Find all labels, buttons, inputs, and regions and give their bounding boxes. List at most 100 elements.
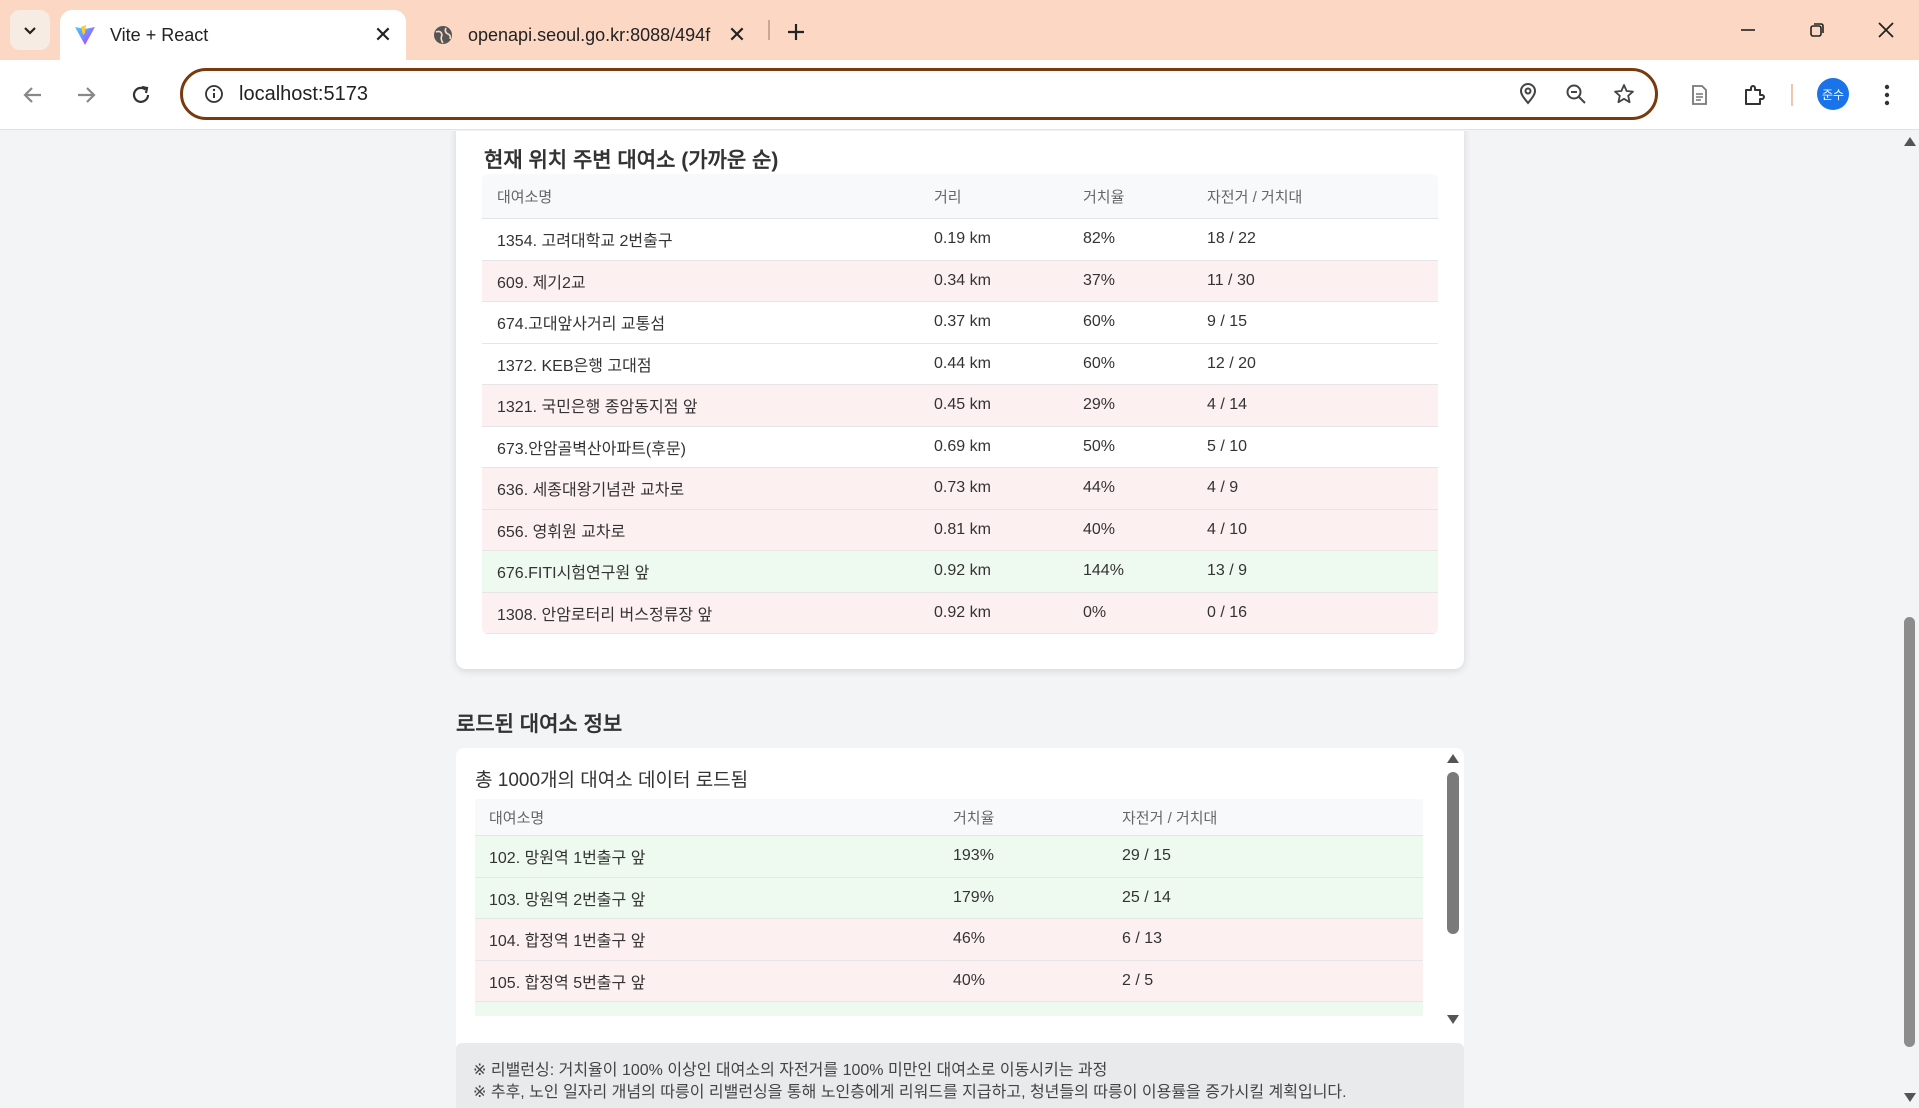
- reload-icon: [132, 85, 150, 103]
- station-name: 674.고대앞사거리 교통섬: [497, 316, 666, 334]
- tab-search-button[interactable]: [10, 10, 50, 50]
- column-header-name: 대여소명: [489, 809, 545, 827]
- restore-icon: [1810, 23, 1824, 37]
- scroll-down-arrow-icon[interactable]: [1447, 1015, 1459, 1024]
- address-bar[interactable]: localhost:5173: [180, 68, 1658, 120]
- scroll-up-arrow-icon[interactable]: [1447, 754, 1459, 763]
- column-header-bikes: 자전거 / 거치대: [1207, 188, 1303, 206]
- forward-button[interactable]: [68, 77, 104, 113]
- column-header-distance: 거리: [934, 188, 962, 206]
- restore-button[interactable]: [1797, 12, 1837, 48]
- bookmark-star-icon[interactable]: [1607, 77, 1641, 111]
- station-rate: 0%: [1083, 603, 1107, 621]
- station-bikes: 25 / 14: [1122, 888, 1171, 906]
- reload-button[interactable]: [123, 77, 159, 113]
- tab-openapi[interactable]: openapi.seoul.go.kr:8088/494f ✕: [418, 10, 760, 60]
- url-text[interactable]: localhost:5173: [239, 83, 1511, 106]
- minimize-icon: [1741, 29, 1755, 31]
- station-bikes: 4 / 14: [1207, 396, 1248, 414]
- back-button[interactable]: [15, 77, 51, 113]
- table-row: 103. 망원역 2번출구 앞 179% 25 / 14: [475, 877, 1423, 919]
- table-row: 674.고대앞사거리 교통섬 0.37 km 60% 9 / 15: [482, 302, 1438, 344]
- scroll-thumb[interactable]: [1904, 617, 1915, 1047]
- table-row: 1308. 안암로터리 버스정류장 앞 0.92 km 0% 0 / 16: [482, 592, 1438, 634]
- loaded-summary: 총 1000개의 대여소 데이터 로드됨: [475, 770, 749, 791]
- column-header-rate: 거치율: [1083, 188, 1125, 206]
- tab-vite-react[interactable]: Vite + React ✕: [60, 10, 406, 60]
- table-row: 673.안암골벽산아파트(후문) 0.69 km 50% 5 / 10: [482, 426, 1438, 468]
- station-name: 676.FITI시험연구원 앞: [497, 565, 650, 583]
- profile-avatar[interactable]: 준수: [1817, 78, 1849, 110]
- station-name: 609. 제기2교: [497, 274, 586, 292]
- table-row: 104. 합정역 1번출구 앞 46% 6 / 13: [475, 919, 1423, 961]
- station-distance: 0.19 km: [934, 230, 991, 248]
- station-distance: 0.92 km: [934, 603, 991, 621]
- station-distance: 0.81 km: [934, 520, 991, 538]
- zoom-out-icon[interactable]: [1559, 77, 1593, 111]
- station-rate: 179%: [953, 888, 994, 906]
- loaded-section-title: 로드된 대여소 정보: [456, 713, 623, 736]
- station-name: 103. 망원역 2번출구 앞: [489, 891, 646, 909]
- station-distance: 0.69 km: [934, 437, 991, 455]
- station-rate: 40%: [953, 971, 986, 989]
- loaded-table: 대여소명 거치율 자전거 / 거치대 102. 망원역 1번출구 앞 193% 29…: [475, 799, 1423, 1016]
- reading-list-button[interactable]: [1681, 77, 1717, 113]
- station-name: 1308. 안암로터리 버스정류장 앞: [497, 606, 713, 624]
- station-bikes: 0 / 16: [1207, 603, 1248, 621]
- table-row: 1372. KEB은행 고대점 0.44 km 60% 12 / 20: [482, 343, 1438, 385]
- vite-logo-icon: [75, 25, 95, 45]
- table-row-partial: [475, 1002, 1423, 1016]
- tab-strip: Vite + React ✕ openapi.seoul.go.kr:8088/…: [0, 0, 1919, 60]
- station-rate: 60%: [1083, 313, 1116, 331]
- tab-title: Vite + React: [110, 24, 209, 45]
- station-name: 1354. 고려대학교 2번출구: [497, 233, 673, 251]
- arrow-left-icon: [23, 87, 41, 103]
- rebalancing-note: ※ 리밸런싱: 거치율이 100% 이상인 대여소의 자전거를 100% 미만인…: [456, 1043, 1464, 1108]
- close-icon[interactable]: ✕: [726, 22, 748, 47]
- menu-button[interactable]: [1869, 77, 1905, 113]
- minimize-button[interactable]: [1728, 12, 1768, 48]
- station-distance: 0.37 km: [934, 313, 991, 331]
- tab-title: openapi.seoul.go.kr:8088/494f: [468, 24, 711, 45]
- close-icon[interactable]: ✕: [372, 22, 394, 47]
- note-line: ※ 리밸런싱: 거치율이 100% 이상인 대여소의 자전거를 100% 미만인…: [473, 1062, 1108, 1079]
- station-rate: 37%: [1083, 271, 1116, 289]
- kebab-menu-icon: [1884, 84, 1890, 106]
- location-pin-icon[interactable]: [1511, 77, 1545, 111]
- scroll-down-arrow-icon[interactable]: [1904, 1093, 1916, 1102]
- arrow-right-icon: [78, 87, 96, 103]
- new-tab-button[interactable]: [779, 15, 813, 49]
- station-name: 102. 망원역 1번출구 앞: [489, 850, 646, 868]
- chevron-down-icon: [24, 27, 36, 35]
- station-name: 1372. KEB은행 고대점: [497, 357, 652, 375]
- scroll-up-arrow-icon[interactable]: [1904, 137, 1916, 146]
- info-icon[interactable]: [199, 79, 229, 109]
- station-rate: 60%: [1083, 354, 1116, 372]
- station-distance: 0.73 km: [934, 479, 991, 497]
- inner-scrollbar[interactable]: [1444, 748, 1462, 1030]
- scroll-thumb[interactable]: [1447, 772, 1459, 934]
- station-bikes: 29 / 15: [1122, 847, 1171, 865]
- station-rate: 193%: [953, 847, 994, 865]
- document-icon: [1692, 85, 1707, 105]
- station-name: 636. 세종대왕기념관 교차로: [497, 482, 685, 500]
- table-row: 1354. 고려대학교 2번출구 0.19 km 82% 18 / 22: [482, 219, 1438, 261]
- station-bikes: 12 / 20: [1207, 354, 1256, 372]
- nearby-table: 대여소명 거리 거치율 자전거 / 거치대 1354. 고려대학교 2번출구 0.…: [482, 174, 1438, 634]
- browser-toolbar: localhost:5173 준수: [0, 60, 1919, 130]
- plus-icon: [788, 24, 804, 40]
- tab-divider: [768, 20, 770, 40]
- station-name: 105. 합정역 5번출구 앞: [489, 974, 646, 992]
- table-row: 676.FITI시험연구원 앞 0.92 km 144% 13 / 9: [482, 551, 1438, 593]
- station-rate: 50%: [1083, 437, 1116, 455]
- station-name: 1321. 국민은행 종암동지점 앞: [497, 399, 698, 417]
- column-header-bikes: 자전거 / 거치대: [1122, 809, 1218, 827]
- station-distance: 0.45 km: [934, 396, 991, 414]
- station-bikes: 2 / 5: [1122, 971, 1154, 989]
- close-window-button[interactable]: [1866, 12, 1906, 48]
- extensions-button[interactable]: [1736, 77, 1772, 113]
- station-rate: 44%: [1083, 479, 1116, 497]
- page-scrollbar[interactable]: [1900, 131, 1919, 1108]
- station-distance: 0.34 km: [934, 271, 991, 289]
- station-bikes: 6 / 13: [1122, 930, 1163, 948]
